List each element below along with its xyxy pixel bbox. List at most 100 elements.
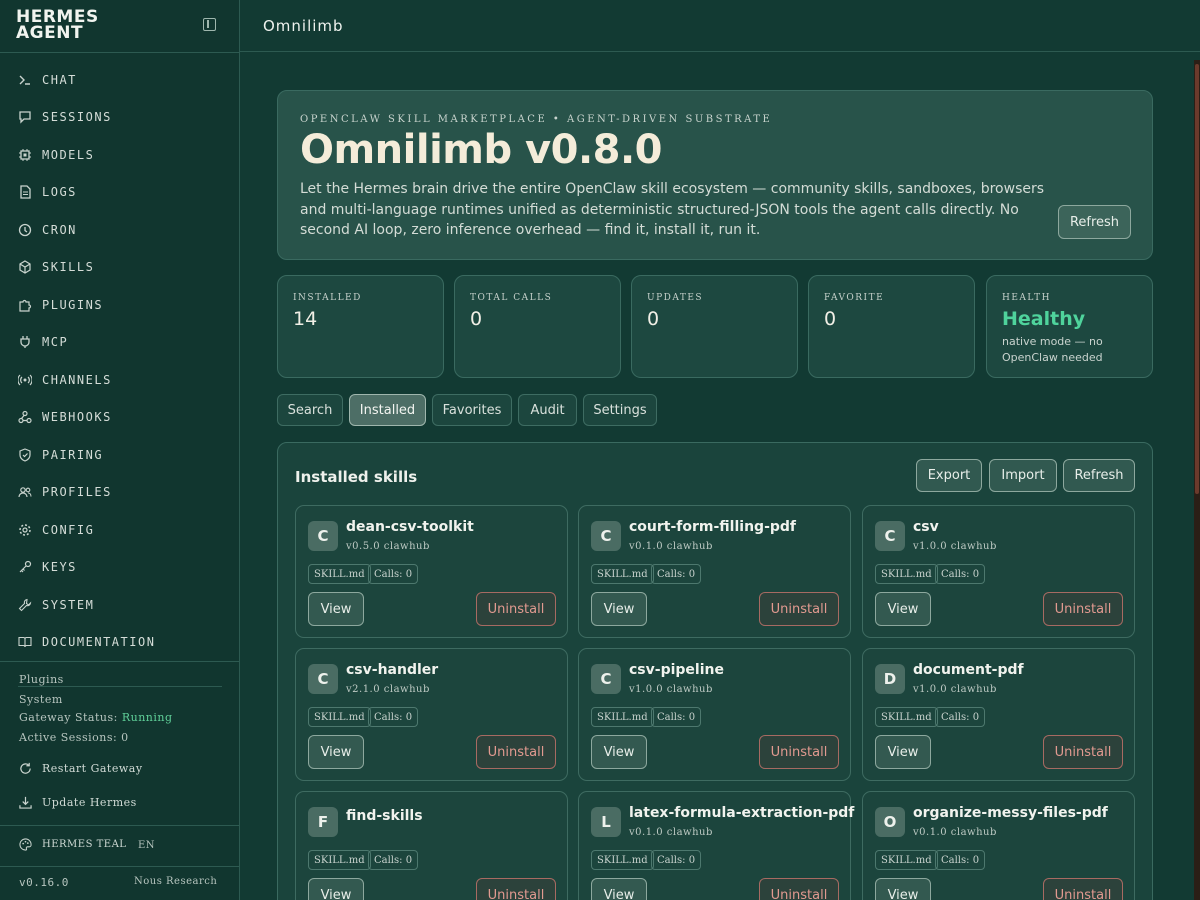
uninstall-button[interactable]: Uninstall xyxy=(1043,592,1123,626)
view-button[interactable]: View xyxy=(875,592,931,626)
sidebar-item-plugins[interactable]: PLUGINS xyxy=(18,295,228,315)
sidebar-divider xyxy=(0,52,240,53)
skill-file-chip: SKILL.md xyxy=(308,707,371,727)
tab-settings[interactable]: Settings xyxy=(583,394,657,426)
skill-name: court-form-filling-pdf xyxy=(629,519,797,535)
tab-search[interactable]: Search xyxy=(277,394,343,426)
tab-installed[interactable]: Installed xyxy=(349,394,426,426)
sidebar-item-pairing[interactable]: PAIRING xyxy=(18,445,228,465)
sidebar-item-label: MCP xyxy=(42,335,69,349)
uninstall-button[interactable]: Uninstall xyxy=(759,592,839,626)
skill-meta: v1.0.0 clawhub xyxy=(913,541,997,552)
uninstall-button[interactable]: Uninstall xyxy=(476,735,556,769)
sidebar-item-label: PROFILES xyxy=(42,485,112,499)
hero-kicker: OPENCLAW SKILL MARKETPLACE • AGENT-DRIVE… xyxy=(300,114,773,125)
users-icon xyxy=(18,487,32,498)
sidebar-item-logs[interactable]: LOGS xyxy=(18,182,228,202)
stat-value: 0 xyxy=(470,308,483,330)
panel-refresh-button[interactable]: Refresh xyxy=(1063,459,1135,492)
scrollbar-thumb[interactable] xyxy=(1195,64,1199,494)
hero-description: Let the Hermes brain drive the entire Op… xyxy=(300,181,1045,238)
view-button[interactable]: View xyxy=(308,878,364,900)
language-switcher[interactable]: EN xyxy=(138,840,155,851)
sidebar-item-mcp[interactable]: MCP xyxy=(18,332,228,352)
sidebar-item-label: KEYS xyxy=(42,560,77,574)
sidebar-item-webhooks[interactable]: WEBHOOKS xyxy=(18,407,228,427)
skill-card: Cdean-csv-toolkit v0.5.0 clawhub SKILL.md C… xyxy=(295,505,568,638)
sidebar-item-label: LOGS xyxy=(42,185,77,199)
sidebar-divider xyxy=(0,866,240,867)
active-sessions: Active Sessions: 0 xyxy=(19,731,129,744)
stat-label: FAVORITE xyxy=(824,293,885,303)
uninstall-button[interactable]: Uninstall xyxy=(759,878,839,900)
sidebar-item-label: SKILLS xyxy=(42,260,95,274)
health-subtext: native mode — no OpenClaw needed xyxy=(1002,335,1103,364)
sidebar-item-skills[interactable]: SKILLS xyxy=(18,257,228,277)
skill-name: csv-handler xyxy=(346,662,439,678)
view-button[interactable]: View xyxy=(591,735,647,769)
skill-calls-chip: Calls: 0 xyxy=(935,564,986,584)
palette-icon xyxy=(19,838,32,851)
skill-avatar: C xyxy=(308,664,338,694)
sidebar-item-cron[interactable]: CRON xyxy=(18,220,228,240)
view-button[interactable]: View xyxy=(875,878,931,900)
sidebar-item-keys[interactable]: KEYS xyxy=(18,557,228,577)
skill-file-chip: SKILL.md xyxy=(875,850,938,870)
skill-card: Oorganize-messy-files-pdf v0.1.0 clawhub S… xyxy=(862,791,1135,900)
sidebar-item-label: PLUGINS xyxy=(42,298,104,312)
stat-total-calls: TOTAL CALLS 0 xyxy=(454,275,621,378)
view-button[interactable]: View xyxy=(591,592,647,626)
update-hermes-button[interactable]: Update Hermes xyxy=(19,796,137,809)
skill-name: document-pdf xyxy=(913,662,1024,678)
skill-avatar: C xyxy=(308,521,338,551)
skill-meta: v0.5.0 clawhub xyxy=(346,541,430,552)
view-button[interactable]: View xyxy=(308,592,364,626)
sidebar-item-sessions[interactable]: SESSIONS xyxy=(18,107,228,127)
file-icon xyxy=(20,185,31,199)
tab-audit[interactable]: Audit xyxy=(518,394,577,426)
sidebar-item-models[interactable]: MODELS xyxy=(18,145,228,165)
hero-refresh-button[interactable]: Refresh xyxy=(1058,205,1131,239)
sidebar-item-label: WEBHOOKS xyxy=(42,410,112,424)
skill-name: csv xyxy=(913,519,939,535)
restart-icon xyxy=(20,762,31,774)
theme-switcher[interactable]: HERMES TEAL xyxy=(19,838,126,851)
export-button[interactable]: Export xyxy=(916,459,982,492)
skill-file-chip: SKILL.md xyxy=(875,707,938,727)
version-label: v0.16.0 xyxy=(19,876,69,889)
skill-meta: v1.0.0 clawhub xyxy=(913,684,997,695)
sidebar-item-config[interactable]: CONFIG xyxy=(18,520,228,540)
tab-favorites[interactable]: Favorites xyxy=(432,394,512,426)
uninstall-button[interactable]: Uninstall xyxy=(476,592,556,626)
uninstall-button[interactable]: Uninstall xyxy=(476,878,556,900)
skill-file-chip: SKILL.md xyxy=(308,564,371,584)
skill-file-chip: SKILL.md xyxy=(308,850,371,870)
page-title: Omnilimb xyxy=(263,17,344,35)
chip-icon xyxy=(19,149,31,161)
panel-title: Installed skills xyxy=(295,468,418,486)
skill-avatar: C xyxy=(591,521,621,551)
uninstall-button[interactable]: Uninstall xyxy=(1043,735,1123,769)
skill-calls-chip: Calls: 0 xyxy=(368,564,419,584)
puzzle-icon xyxy=(19,299,32,312)
skill-meta: v1.0.0 clawhub xyxy=(629,684,713,695)
view-button[interactable]: View xyxy=(591,878,647,900)
sidebar-item-chat[interactable]: CHAT xyxy=(18,70,228,90)
stat-label: TOTAL CALLS xyxy=(470,293,553,303)
sidebar-item-profiles[interactable]: PROFILES xyxy=(18,482,228,502)
uninstall-button[interactable]: Uninstall xyxy=(1043,878,1123,900)
uninstall-button[interactable]: Uninstall xyxy=(759,735,839,769)
sidebar-item-channels[interactable]: CHANNELS xyxy=(18,370,228,390)
view-button[interactable]: View xyxy=(308,735,364,769)
restart-gateway-button[interactable]: Restart Gateway xyxy=(19,762,143,775)
import-button[interactable]: Import xyxy=(989,459,1057,492)
sidebar-divider xyxy=(0,825,240,826)
plugins-label: Plugins xyxy=(19,673,64,686)
sidebar-item-system[interactable]: SYSTEM xyxy=(18,595,228,615)
view-button[interactable]: View xyxy=(875,735,931,769)
skill-calls-chip: Calls: 0 xyxy=(651,707,702,727)
sidebar-item-documentation[interactable]: DOCUMENTATION xyxy=(18,632,228,652)
sidebar-collapse-icon[interactable] xyxy=(203,18,216,31)
key-icon xyxy=(19,560,32,573)
stat-label: HEALTH xyxy=(1002,293,1052,303)
